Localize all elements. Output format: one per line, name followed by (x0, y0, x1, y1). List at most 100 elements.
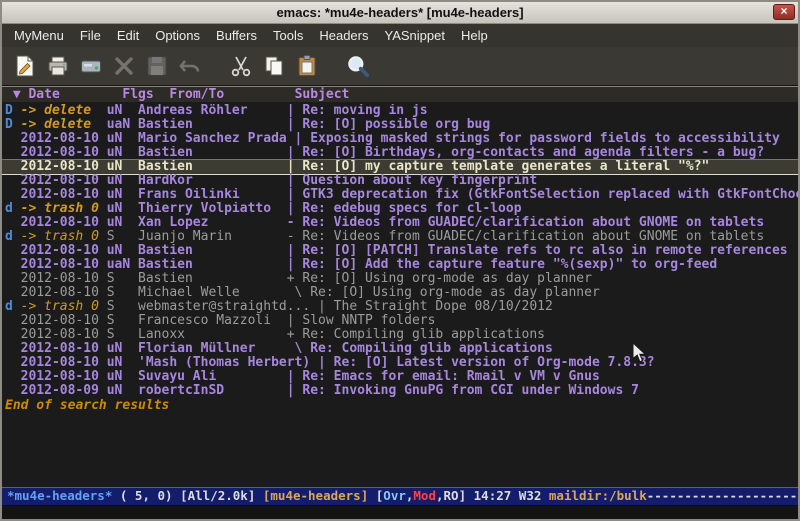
toolbar (2, 47, 798, 86)
header-line: ▼ Date Flgs From/To Subject (2, 86, 798, 102)
message-flags: S (107, 300, 138, 314)
menu-file[interactable]: File (72, 26, 109, 45)
message-mark: d (5, 202, 21, 216)
message-mark (5, 370, 21, 384)
menu-options[interactable]: Options (147, 26, 208, 45)
menu-mymenu[interactable]: MyMenu (6, 26, 72, 45)
message-row[interactable]: 2012-08-10uNSuvayu Ali| Re: Emacs for em… (2, 370, 798, 384)
message-row[interactable]: D-> deleteuaNBastien| Re: [O] possible o… (2, 118, 798, 132)
message-row[interactable]: d-> trash 0uNThierry Volpiatto| Re: edeb… (2, 202, 798, 216)
message-from: Thierry Volpiatto (138, 202, 287, 216)
menu-yasnippet[interactable]: YASnippet (376, 26, 452, 45)
cut-icon (229, 54, 253, 78)
message-from: Bastien (138, 160, 287, 174)
message-mark-label: -> trash 0 (21, 230, 107, 244)
new-file-button[interactable] (9, 51, 40, 82)
message-mark (5, 356, 21, 370)
search-button[interactable] (342, 51, 373, 82)
save-as-button[interactable] (141, 51, 172, 82)
message-mark (5, 342, 21, 356)
cut-button[interactable] (225, 51, 256, 82)
message-mark (5, 286, 21, 300)
message-from: Mario Sanchez Prada (138, 132, 295, 146)
message-mark-label: -> trash 0 (21, 300, 107, 314)
message-subject: | Exposing masked strings for password f… (295, 132, 780, 146)
message-flags: uN (107, 104, 138, 118)
message-flags: uN (107, 146, 138, 160)
search-icon (345, 53, 371, 79)
message-row[interactable]: D-> deleteuNAndreas Röhler| Re: moving i… (2, 104, 798, 118)
message-flags: uaN (107, 118, 138, 132)
message-mark: D (5, 118, 21, 132)
message-mark-label: -> delete (21, 104, 107, 118)
message-subject: | Re: Emacs for email: Rmail v VM v Gnus (287, 370, 600, 384)
message-row[interactable]: 2012-08-09uNrobertcInSD| Re: Invoking Gn… (2, 384, 798, 398)
message-row[interactable]: 2012-08-10SLanoxx+ Re: Compiling glib ap… (2, 328, 798, 342)
message-row[interactable]: 2012-08-10uNFrans Oilinki| GTK3 deprecat… (2, 188, 798, 202)
modeline-segment: *mu4e-headers* (7, 488, 112, 503)
message-subject: + Re: [O] Using org-mode as day planner (287, 272, 592, 286)
message-from: Bastien (138, 118, 287, 132)
undo-button[interactable] (174, 51, 205, 82)
close-button[interactable]: × (773, 4, 795, 20)
menu-tools[interactable]: Tools (265, 26, 311, 45)
message-mark-label: -> trash 0 (21, 202, 107, 216)
message-subject: | Re: [O] my capture template generates … (287, 160, 710, 174)
modeline-segment: RO (444, 488, 459, 503)
message-flags: uN (107, 356, 138, 370)
message-date: 2012-08-10 (21, 188, 107, 202)
message-row[interactable]: 2012-08-10uNBastien| Re: [O] Birthdays, … (2, 146, 798, 160)
message-row[interactable]: 2012-08-10uNXan Lopez- Re: Videos from G… (2, 216, 798, 230)
message-row[interactable]: 2012-08-10uN'Mash (Thomas Herbert)| Re: … (2, 356, 798, 370)
message-from: Michael Welle (138, 286, 287, 300)
message-row[interactable]: 2012-08-10SFrancesco Mazzoli| Slow NNTP … (2, 314, 798, 328)
message-subject: | Re: [O] Add the capture feature "%(sex… (287, 258, 717, 272)
message-row[interactable]: 2012-08-10uNBastien| Re: [O] [PATCH] Tra… (2, 244, 798, 258)
message-date: 2012-08-10 (21, 272, 107, 286)
message-flags: S (107, 272, 138, 286)
paste-button[interactable] (291, 51, 322, 82)
message-flags: S (107, 328, 138, 342)
save-button[interactable] (75, 51, 106, 82)
message-mark (5, 132, 21, 146)
message-subject: - Re: Videos from GUADEC/clarification a… (287, 216, 764, 230)
copy-button[interactable] (258, 51, 289, 82)
message-flags: S (107, 314, 138, 328)
kill-buffer-button[interactable] (108, 51, 139, 82)
message-row[interactable]: 2012-08-10uNBastien| Re: [O] my capture … (2, 160, 798, 174)
message-from: Bastien (138, 258, 287, 272)
message-row[interactable]: 2012-08-10SMichael Welle \ Re: [O] Using… (2, 286, 798, 300)
message-from: Florian Müllner (138, 342, 287, 356)
message-subject: | Re: [O] Birthdays, org-contacts and ag… (287, 146, 764, 160)
window-title: emacs: *mu4e-headers* [mu4e-headers] (276, 5, 523, 20)
message-subject: | Re: [O] Latest version of Org-mode 7.8… (318, 356, 655, 370)
message-flags: uN (107, 244, 138, 258)
menu-buffers[interactable]: Buffers (208, 26, 265, 45)
message-date: 2012-08-10 (21, 244, 107, 258)
message-row[interactable]: 2012-08-10SBastien+ Re: [O] Using org-mo… (2, 272, 798, 286)
message-subject: | The Straight Dope 08/10/2012 (318, 300, 553, 314)
modeline-segment: ] (459, 488, 474, 503)
menu-headers[interactable]: Headers (311, 26, 376, 45)
print-icon (46, 54, 70, 78)
message-row[interactable]: 2012-08-10uaNBastien| Re: [O] Add the ca… (2, 258, 798, 272)
message-subject: | Re: edebug specs for cl-loop (287, 202, 522, 216)
message-flags: S (107, 286, 138, 300)
print-button[interactable] (42, 51, 73, 82)
message-row[interactable]: 2012-08-10uNHardKor| Question about key … (2, 174, 798, 188)
message-mark (5, 244, 21, 258)
message-date: 2012-08-10 (21, 314, 107, 328)
echo-area[interactable] (2, 506, 798, 519)
message-row[interactable]: d-> trash 0SJuanjo Marin- Re: Videos fro… (2, 230, 798, 244)
message-row[interactable]: 2012-08-10uNMario Sanchez Prada| Exposin… (2, 132, 798, 146)
message-mark (5, 174, 21, 188)
menu-help[interactable]: Help (453, 26, 496, 45)
menu-edit[interactable]: Edit (109, 26, 147, 45)
headers-buffer: D-> deleteuNAndreas Röhler| Re: moving i… (2, 102, 798, 487)
message-row[interactable]: d-> trash 0Swebmaster@straightd...| The … (2, 300, 798, 314)
title-bar: emacs: *mu4e-headers* [mu4e-headers] × (2, 2, 798, 24)
message-row[interactable]: 2012-08-10uNFlorian Müllner \ Re: Compil… (2, 342, 798, 356)
message-date: 2012-08-10 (21, 216, 107, 230)
message-subject: | Slow NNTP folders (287, 314, 436, 328)
message-mark: d (5, 230, 21, 244)
